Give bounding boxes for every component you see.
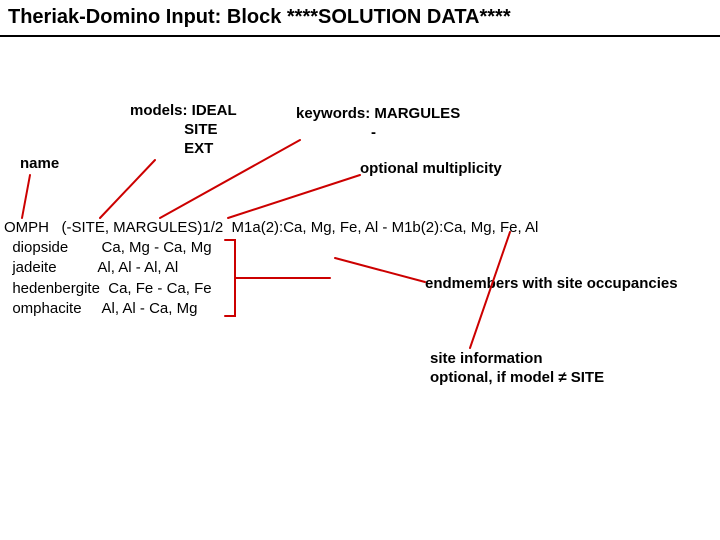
page-title: Theriak-Domino Input: Block ****SOLUTION… xyxy=(0,0,720,37)
code-header-line: OMPH (-SITE, MARGULES)1/2 M1a(2):Ca, Mg,… xyxy=(4,218,538,238)
label-site-information: site information optional, if model ≠ SI… xyxy=(430,350,604,388)
label-models: models: IDEAL SITE EXT xyxy=(130,102,237,158)
label-optional-multiplicity: optional multiplicity xyxy=(360,160,502,179)
code-endmember-block: diopside Ca, Mg - Ca, Mg jadeite Al, Al … xyxy=(4,238,212,319)
label-endmembers: endmembers with site occupancies xyxy=(425,275,678,294)
label-keywords: keywords: MARGULES - xyxy=(296,105,460,143)
label-name: name xyxy=(20,155,59,174)
